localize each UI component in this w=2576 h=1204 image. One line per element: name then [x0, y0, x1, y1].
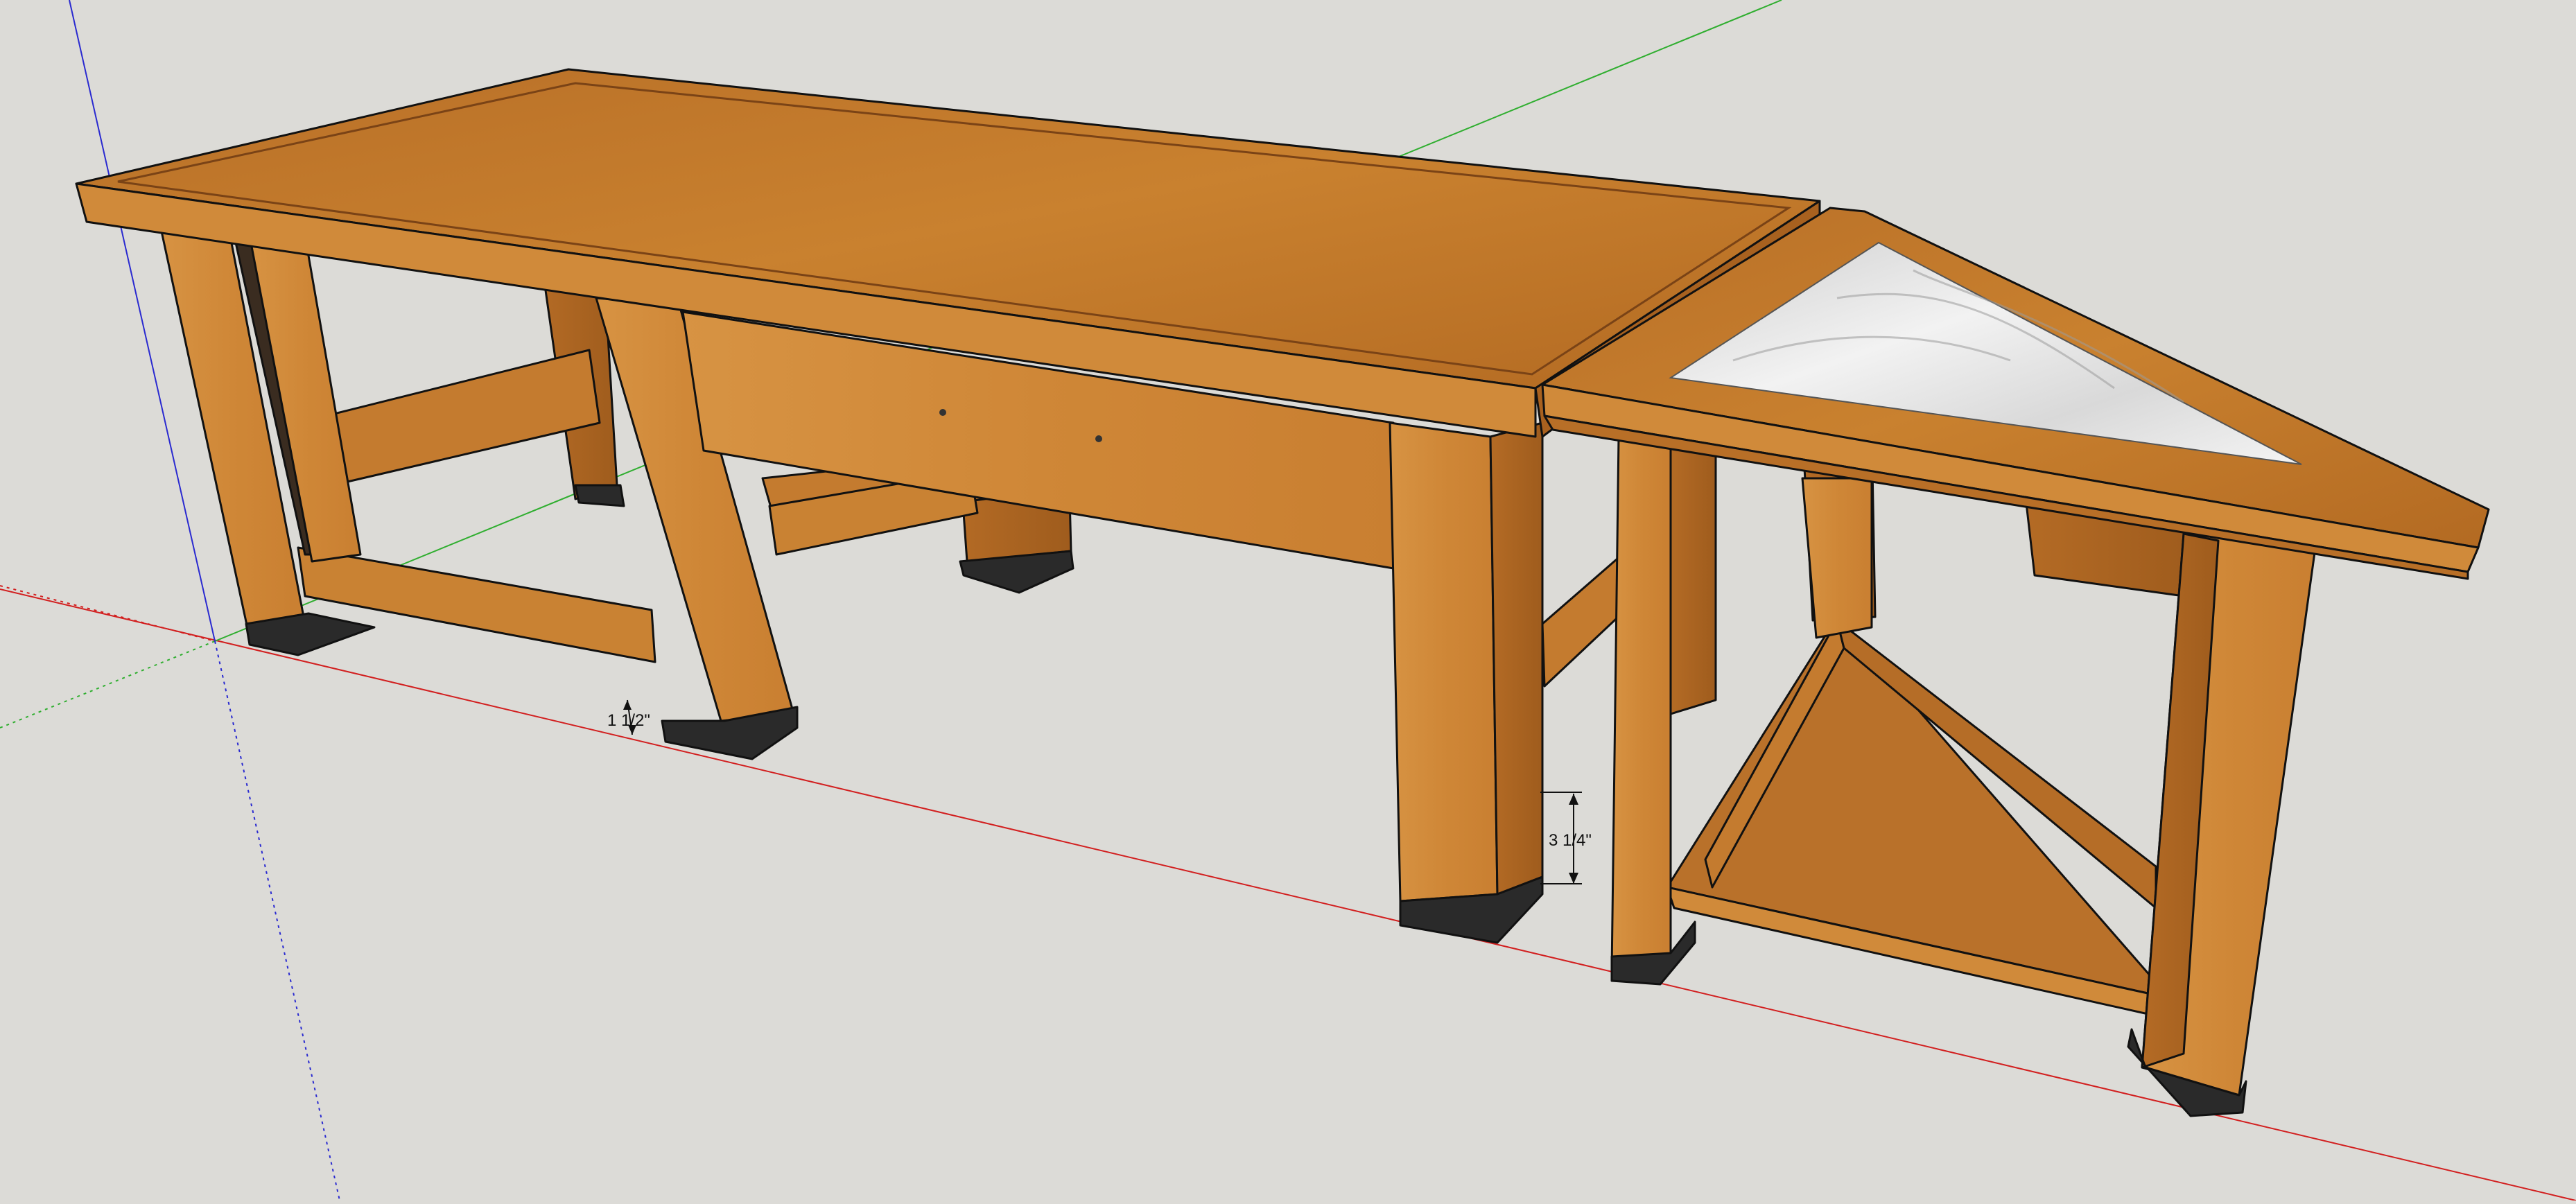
dimension-lower-stretcher[interactable]: 1 1/2"	[607, 699, 650, 735]
y-axis-negative	[0, 640, 216, 728]
bench-front-leg-right-side[interactable]	[1489, 421, 1544, 896]
corner-side-table[interactable]	[1541, 207, 2490, 1117]
dimension-label: 3 1/4"	[1549, 831, 1592, 850]
x-axis-negative	[0, 585, 216, 642]
side-table-front-leg-left[interactable]	[1610, 435, 1672, 972]
side-table-front-leg-left-side[interactable]	[1669, 428, 1717, 715]
foot-pad	[245, 612, 376, 656]
sketchup-viewport[interactable]: 1 1/2" 3 1/4"	[0, 0, 2576, 1201]
right-end-stretcher[interactable]	[1541, 553, 1627, 688]
drawer-knob[interactable]	[939, 409, 946, 416]
bench-front-leg-right[interactable]	[1389, 421, 1499, 902]
left-end-upper-rail[interactable]	[324, 349, 601, 487]
foot-pad	[574, 484, 625, 507]
z-axis-negative	[214, 640, 340, 1201]
workbench[interactable]	[75, 68, 1821, 944]
dimension-side-gap[interactable]: 3 1/4"	[1540, 792, 1592, 884]
model-canvas[interactable]: 1 1/2" 3 1/4"	[0, 0, 2576, 1201]
left-end-lower-rail[interactable]	[297, 546, 656, 663]
dimension-label: 1 1/2"	[607, 711, 650, 730]
drawer-knob[interactable]	[1095, 435, 1102, 442]
